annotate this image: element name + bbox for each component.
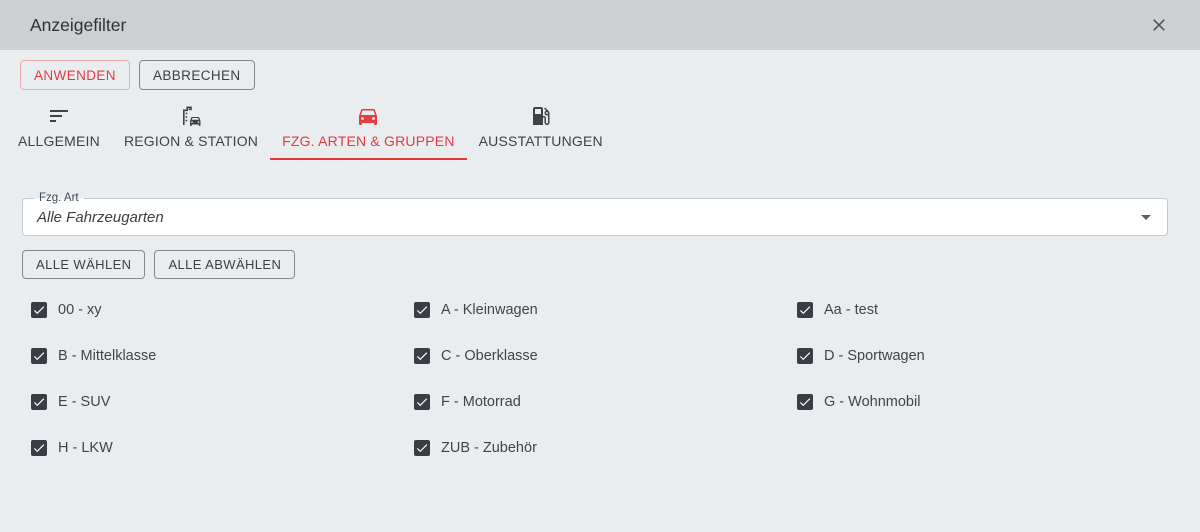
select-all-button[interactable]: ALLE WÄHLEN [22,250,145,279]
checkbox-checked-icon[interactable] [414,440,430,456]
tab-ausstattungen[interactable]: AUSSTATTUNGEN [467,104,615,160]
checkbox-checked-icon[interactable] [797,348,813,364]
deselect-all-button[interactable]: ALLE ABWÄHLEN [154,250,295,279]
tab-label: FZG. ARTEN & GRUPPEN [282,133,455,149]
vehicle-group-label: A - Kleinwagen [441,302,538,318]
checkbox-checked-icon[interactable] [797,302,813,318]
vehicle-group-label: F - Motorrad [441,394,521,410]
car-icon [356,104,380,128]
vehicle-group-item[interactable]: G - Wohnmobil [797,393,1180,410]
vehicle-group-label: B - Mittelklasse [58,348,156,364]
vehicle-group-item[interactable]: ZUB - Zubehör [414,439,797,456]
filter-panel: Fzg. Art Alle Fahrzeugarten [22,198,1170,236]
apply-button[interactable]: ANWENDEN [20,60,130,90]
checkbox-checked-icon[interactable] [31,440,47,456]
tab-bar: ALLGEMEIN REGION & STATION FZG. ARTEN & … [6,104,1200,160]
checkbox-checked-icon[interactable] [414,302,430,318]
vehicle-group-label: Aa - test [824,302,878,318]
checkbox-checked-icon[interactable] [31,394,47,410]
vehicle-group-label: ZUB - Zubehör [441,440,537,456]
tab-allgemein[interactable]: ALLGEMEIN [6,104,112,160]
tab-label: AUSSTATTUNGEN [479,133,603,149]
vehicle-group-item[interactable]: E - SUV [31,393,414,410]
vehicle-group-item[interactable]: 00 - xy [31,301,414,318]
checkbox-checked-icon[interactable] [31,302,47,318]
action-bar: ANWENDEN ABBRECHEN [20,60,1200,90]
tab-label: ALLGEMEIN [18,133,100,149]
checkbox-checked-icon[interactable] [31,348,47,364]
vehicle-group-grid: 00 - xy A - Kleinwagen Aa - test B - Mit… [31,301,1200,456]
bulk-action-bar: ALLE WÄHLEN ALLE ABWÄHLEN [22,250,1200,279]
building-car-icon [179,104,203,128]
checkbox-checked-icon[interactable] [414,394,430,410]
vehicle-group-label: G - Wohnmobil [824,394,920,410]
cancel-button[interactable]: ABBRECHEN [139,60,255,90]
vehicle-type-select[interactable]: Fzg. Art Alle Fahrzeugarten [22,198,1168,236]
dialog-header: Anzeigefilter [0,0,1200,50]
dialog-title: Anzeigefilter [30,15,126,36]
vehicle-group-label: C - Oberklasse [441,348,538,364]
dropdown-arrow-icon [1141,215,1151,220]
vehicle-group-label: H - LKW [58,440,113,456]
vehicle-group-item[interactable]: F - Motorrad [414,393,797,410]
vehicle-group-label: D - Sportwagen [824,348,925,364]
vehicle-group-label: E - SUV [58,394,110,410]
checkbox-checked-icon[interactable] [797,394,813,410]
vehicle-type-label: Fzg. Art [34,191,84,205]
close-button[interactable] [1148,14,1170,36]
checkbox-checked-icon[interactable] [414,348,430,364]
vehicle-group-item[interactable]: Aa - test [797,301,1180,318]
tab-fzg-arten-gruppen[interactable]: FZG. ARTEN & GRUPPEN [270,104,467,160]
tab-region-station[interactable]: REGION & STATION [112,104,270,160]
vehicle-group-item[interactable]: H - LKW [31,439,414,456]
close-x-icon [1149,15,1169,35]
gas-pump-icon [529,104,553,128]
vehicle-group-item[interactable]: B - Mittelklasse [31,347,414,364]
tab-label: REGION & STATION [124,133,258,149]
vehicle-group-label: 00 - xy [58,302,102,318]
vehicle-type-value: Alle Fahrzeugarten [23,209,204,226]
vehicle-group-item[interactable]: D - Sportwagen [797,347,1180,364]
sort-lines-icon [47,104,71,128]
vehicle-group-item[interactable]: A - Kleinwagen [414,301,797,318]
vehicle-group-item[interactable]: C - Oberklasse [414,347,797,364]
